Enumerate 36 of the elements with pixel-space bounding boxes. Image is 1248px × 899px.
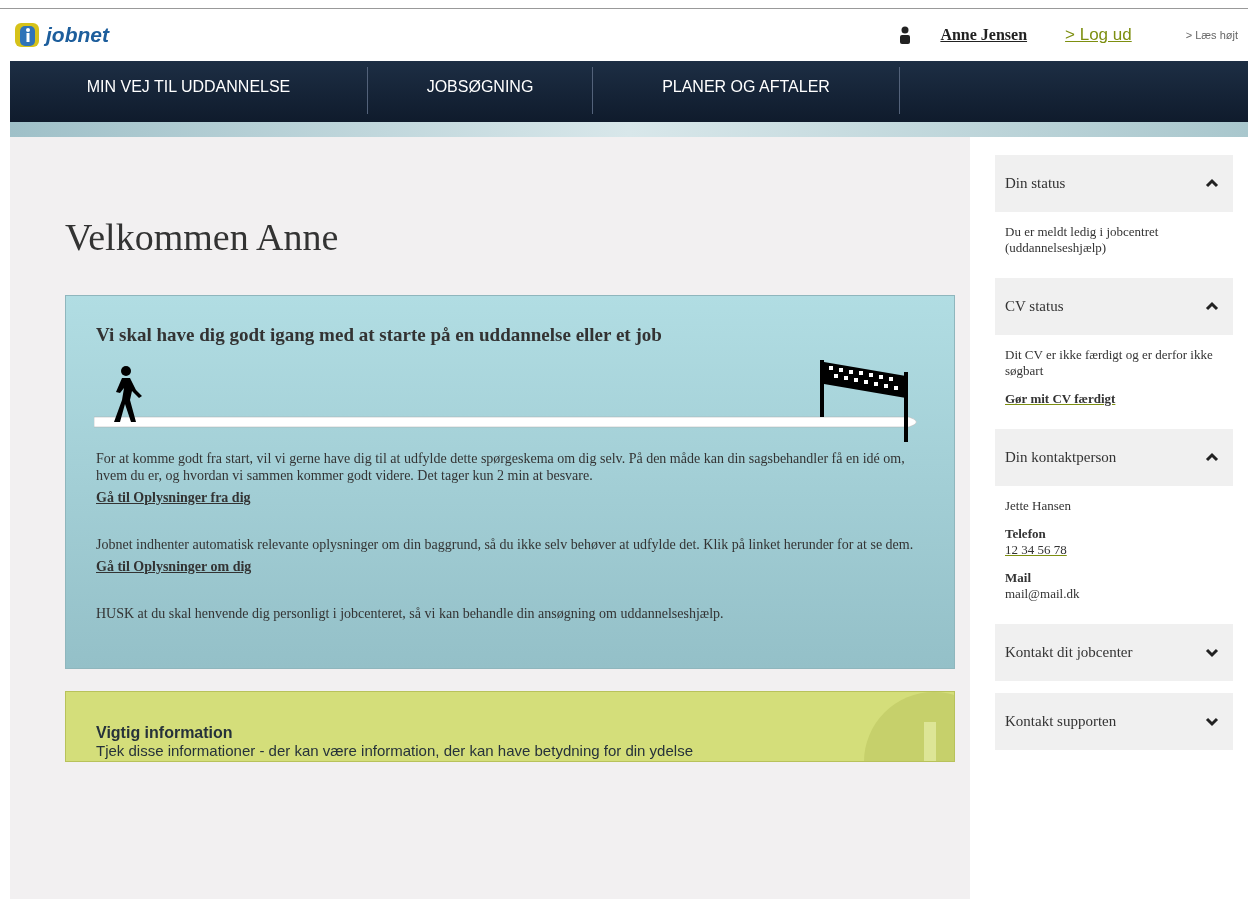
- field-label: Telefon: [1005, 526, 1046, 541]
- welcome-heading: Velkommen Anne: [65, 215, 340, 259]
- panel-header[interactable]: Kontakt dit jobcenter: [995, 624, 1233, 681]
- person-icon: [900, 26, 911, 44]
- panel-link[interactable]: Gør mit CV færdigt: [1005, 391, 1116, 406]
- nav-tab[interactable]: JOBSØGNING: [368, 67, 593, 114]
- nav-tab[interactable]: PLANER OG AFTALER: [593, 67, 900, 114]
- logo-text: jobnet: [46, 23, 109, 47]
- panel-header[interactable]: CV status: [995, 278, 1233, 335]
- chevron-up-icon: [1205, 301, 1219, 312]
- read-aloud-link[interactable]: > Læs højt: [1185, 29, 1238, 41]
- chevron-down-icon: [1205, 716, 1219, 727]
- info-text: Tjek disse informationer - der kan være information, der kan have betydning for din ydelse: [96, 742, 694, 759]
- card-paragraph: HUSK at du skal henvende dig personligt i jobcenteret, så vi kan behandle din ansøgning om uddannelseshjælp.: [96, 605, 725, 622]
- logout-link[interactable]: > Log ud: [1065, 25, 1132, 45]
- chevron-down-icon: [1205, 647, 1219, 658]
- logo-icon: [14, 22, 40, 48]
- nav-tab[interactable]: MIN VEJ TIL UDDANNELSE: [10, 67, 368, 114]
- field-value-link[interactable]: 12 34 56 78: [1005, 542, 1067, 557]
- field-label: Mail: [1005, 570, 1031, 585]
- card-link[interactable]: Gå til Oplysninger om dig: [96, 559, 252, 575]
- card-link[interactable]: Gå til Oplysninger fra dig: [96, 490, 251, 506]
- chevron-up-icon: [1205, 452, 1219, 463]
- panel-text: Jette Hansen: [1005, 498, 1073, 514]
- card-paragraph: Jobnet indhenter automatisk relevante oplysninger om din baggrund, så du ikke selv behøver at udfylde det. Klik på linket herunder for at se dem.: [96, 536, 915, 553]
- panel-header[interactable]: Din status: [995, 155, 1233, 212]
- info-title: Vigtig information: [96, 724, 234, 742]
- field-value: mail@mail.dk: [1005, 586, 1080, 601]
- panel-header[interactable]: Din kontaktperson: [995, 429, 1233, 486]
- panel-text: Dit CV er ikke færdigt og er derfor ikke søgbart: [1005, 347, 1214, 379]
- user-name-link[interactable]: Anne Jensen: [940, 26, 1028, 44]
- panel-header[interactable]: Kontakt supporten: [995, 693, 1233, 750]
- chevron-up-icon: [1205, 178, 1219, 189]
- card-title: Vi skal have dig godt igang med at starte på en uddannelse eller et job: [96, 324, 663, 346]
- panel-text: Du er meldt ledig i jobcentret (uddannelseshjælp): [1005, 224, 1160, 256]
- card-paragraph: For at komme godt fra start, vil vi gerne have dig til at udfylde dette spørgeskema om dig selv. På den måde kan din sagsbehandler få en idé om, hvem du er, og hvordan vi sammen kommer godt videre. Det tager kun 2 min at besvare.: [96, 450, 906, 484]
